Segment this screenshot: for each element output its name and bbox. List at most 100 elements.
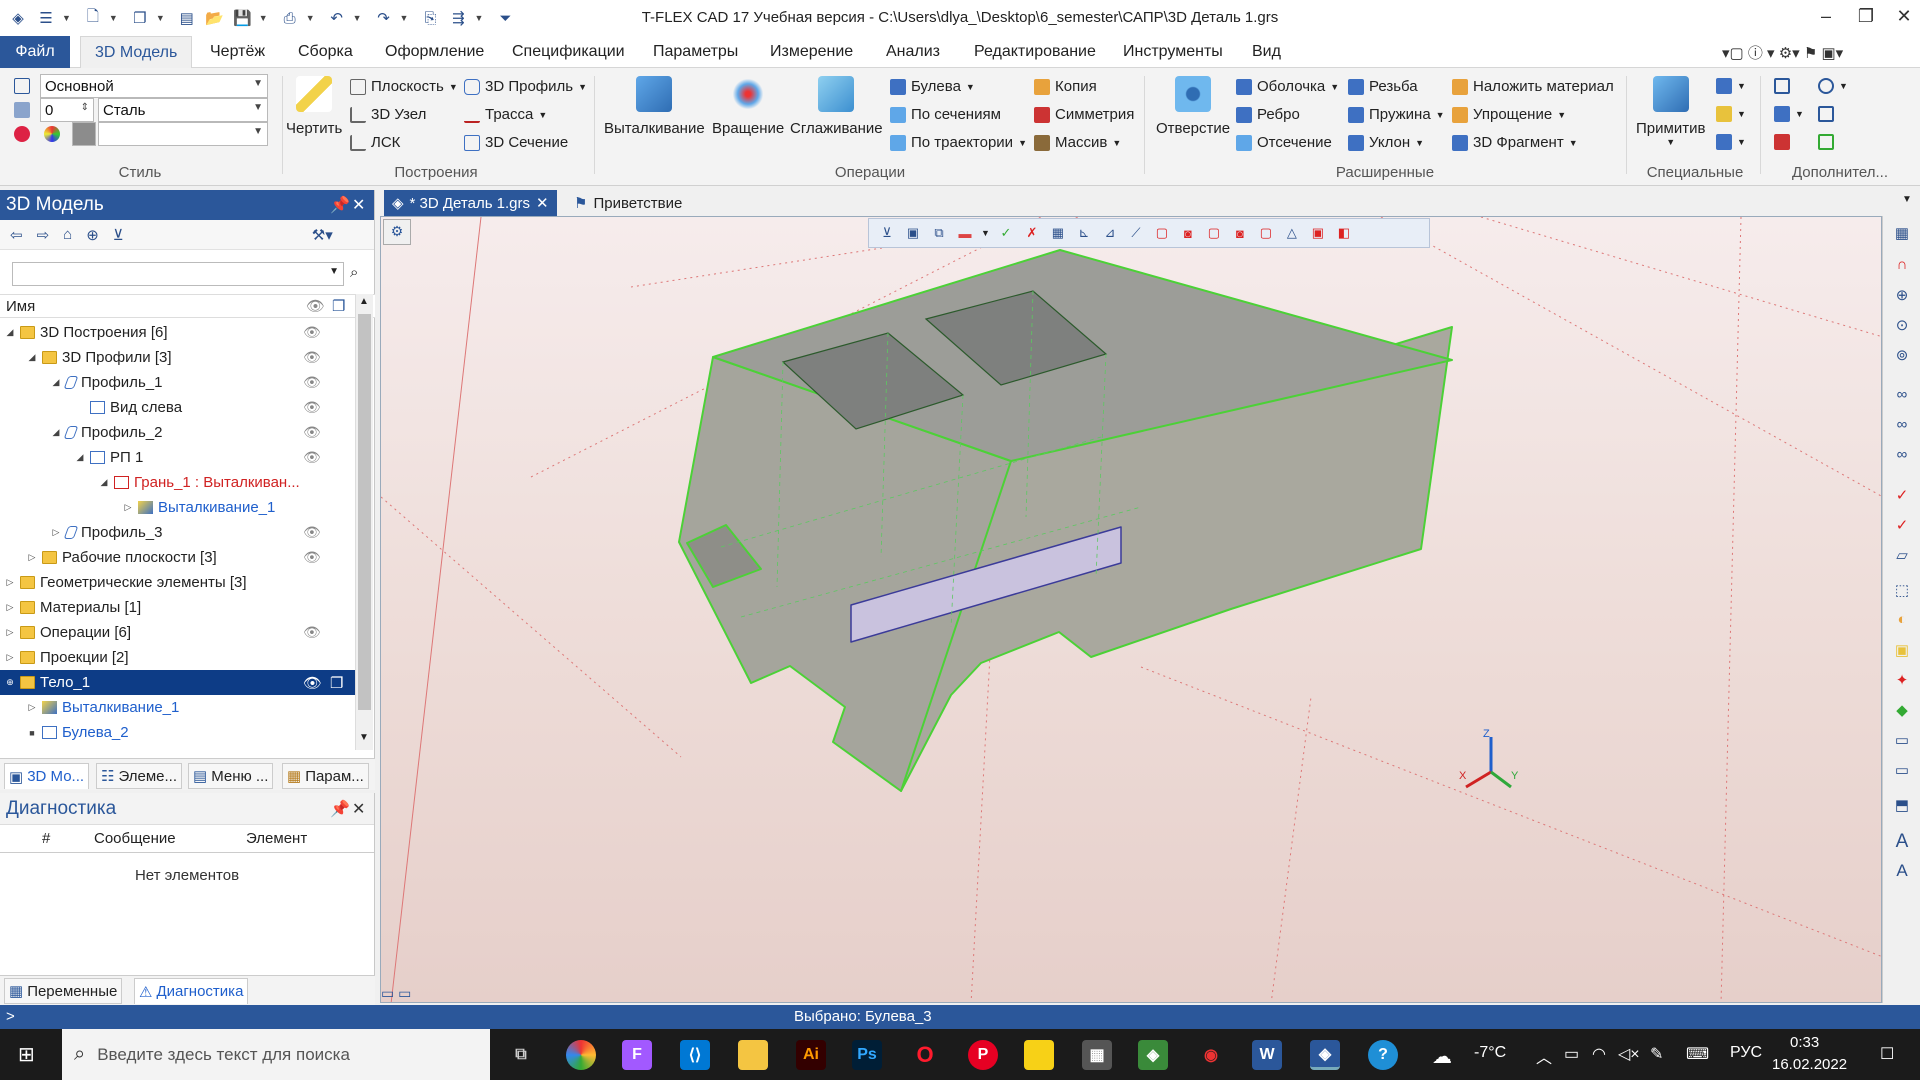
figma-icon[interactable]: F [622,1040,652,1070]
tab-specifications[interactable]: Спецификации [512,36,625,68]
weather-icon[interactable]: ☁ [1432,1044,1452,1069]
profile-select-icon[interactable]: ⟋ [1126,223,1146,243]
tree-item[interactable]: ◢ Профиль_1 [50,370,163,395]
light-icon[interactable]: ▭ [1891,731,1913,753]
section-view-icon[interactable]: ◧ [1334,223,1354,243]
copy-button[interactable]: Копия [1034,78,1097,95]
restore-button[interactable]: ❐ [1846,6,1886,30]
draw-button[interactable]: Чертить [286,76,342,137]
selector-icon[interactable]: ▣ [903,223,923,243]
zoom-window-icon[interactable]: ⊙ [1891,316,1913,338]
quick-access-customize-icon[interactable]: ⏷ [493,6,517,30]
thread-button[interactable]: Резьба [1348,78,1418,95]
palette-icon[interactable] [44,126,60,142]
eye-icon[interactable]: 👁 [303,549,321,566]
shapes-icon[interactable]: △ [1282,223,1302,243]
tab-menu[interactable]: ▤ Меню ... [188,763,274,789]
lsk-button[interactable]: ЛСК [350,134,400,151]
face-select-icon[interactable]: ▢ [1152,223,1172,243]
apply-material-button[interactable]: Наложить материал [1452,78,1614,95]
view-glasses-icon[interactable]: ∞ [1891,446,1913,468]
tree-item-selected[interactable]: ⊕ Тело_1 👁 ❐ [0,670,355,695]
glasses-icon[interactable]: ∞ [1891,386,1913,408]
tree-item[interactable]: ▷ Геометрические элементы [3] [4,570,247,595]
coord-icon[interactable]: ⊿ [1100,223,1120,243]
tab-diagnostics[interactable]: ⚠ Диагностика [134,978,249,1004]
print-icon[interactable]: ⎙ [278,6,302,30]
eye-icon[interactable]: 👁 [303,324,321,341]
weather-temp[interactable]: -7°C [1474,1044,1506,1062]
word-icon[interactable]: W [1252,1040,1282,1070]
wifi-icon[interactable]: ◠ [1592,1044,1606,1064]
smooth-button[interactable]: Сглаживание [790,76,883,137]
settings-icon[interactable]: ⚒▾ [312,226,333,244]
tab-measure[interactable]: Измерение [770,36,853,68]
select-color-icon[interactable]: ▬ [955,223,975,243]
view-cube-icon[interactable]: ▣ [1308,223,1328,243]
tab-params[interactable]: ▦ Парам... [282,763,369,789]
tree-item[interactable]: ◢ 3D Построения [6] [4,320,168,345]
volume-icon[interactable]: ◁× [1618,1044,1640,1064]
col-number[interactable]: # [42,830,50,847]
simplify-button[interactable]: Упрощение ▼ [1452,106,1566,123]
search-icon[interactable]: ⌕ [350,264,358,281]
windows-icon[interactable]: ❐ [128,6,152,30]
magnet-icon[interactable]: ∩ [1891,256,1913,278]
file-tab[interactable]: Файл [0,36,70,68]
tab-assembly[interactable]: Сборка [298,36,353,68]
tflex-icon[interactable]: ◈ [1310,1040,1340,1070]
tab-3d-model[interactable]: 3D Модель [80,36,193,68]
tab-elements[interactable]: ☷ Элеме... [96,763,182,789]
tab-3d-model-panel[interactable]: ▣ 3D Мо... [4,763,90,789]
tree-search-input[interactable]: ▼ [12,262,344,286]
linetype-select[interactable]: ▼ [98,122,268,146]
view-layout-icon[interactable]: ▭ ▭ [381,985,429,1002]
redo-icon[interactable]: ↷ [372,6,396,30]
language-indicator[interactable]: РУС [1730,1044,1762,1062]
red-check-icon[interactable]: ✓ [1891,516,1913,538]
dropdown-arrow-icon[interactable]: ▼ [259,13,268,23]
tree-scrollbar[interactable]: ▲ ▼ [355,294,373,750]
eye-icon[interactable]: 👁 [303,374,321,391]
model-canvas[interactable]: Z X Y [381,217,1882,1003]
tree-item[interactable]: ◢ Грань_1 : Выталкиван... [98,470,300,495]
tab-parameters[interactable]: Параметры [653,36,738,68]
plane-button[interactable]: Плоскость ▼ [350,78,458,95]
vertex-select-icon[interactable]: ◙ [1230,223,1250,243]
stereo-icon[interactable]: ∞ [1891,416,1913,438]
tab-tools[interactable]: Инструменты [1123,36,1223,68]
rib-button[interactable]: Ребро [1236,106,1300,123]
undo-icon[interactable]: ↶ [325,6,349,30]
command-prompt[interactable]: > [6,1008,15,1025]
pin-icon[interactable]: 📌 [330,799,350,819]
color-brush-icon[interactable] [14,126,30,142]
template-icon[interactable]: ▤ [175,6,199,30]
zoom-all-icon[interactable]: ⊚ [1891,346,1913,368]
primitive-button[interactable]: Примитив ▼ [1636,76,1705,147]
close-panel-icon[interactable]: ✕ [352,195,365,215]
extra-tool-1[interactable] [1774,78,1790,94]
material-select[interactable]: Сталь ▼ [98,98,268,122]
3d-viewport[interactable]: Z X Y ⚙ ▭ ▭ [380,216,1882,1003]
tab-analysis[interactable]: Анализ [886,36,940,68]
layer-select[interactable]: Основной ▼ [40,74,268,98]
dropdown-arrow-icon[interactable]: ▼ [474,13,483,23]
ribbon-toggle-icon[interactable]: ▾▢ ⓘ ▾ ⚙▾ ⚑ ▣▾ [1722,42,1843,63]
tabs-dropdown-icon[interactable]: ▼ [1902,194,1912,205]
close-tab-icon[interactable]: ✕ [536,194,549,212]
photoshop-icon[interactable]: Ps [852,1040,882,1070]
box-icon[interactable]: ▣ [1891,641,1913,663]
tree-item[interactable]: ▷ Материалы [1] [4,595,142,620]
tree-item[interactable]: ■ Булева_2 [26,720,128,745]
tab-design[interactable]: Оформление [385,36,484,68]
illustrator-icon[interactable]: Ai [796,1040,826,1070]
tree-item[interactable]: ▷ Операции [6] [4,620,131,645]
shell-button[interactable]: Оболочка ▼ [1236,78,1339,95]
cube-view-icon[interactable]: ⬚ [1891,581,1913,603]
menu-icon[interactable]: ☰ [34,6,58,30]
eye-icon[interactable]: 👁 [303,449,321,466]
col-message[interactable]: Сообщение [94,830,176,847]
close-panel-icon[interactable]: ✕ [352,799,365,819]
extra-tool-5[interactable] [1818,106,1834,122]
filter-icon[interactable]: ⊻ [113,226,124,244]
